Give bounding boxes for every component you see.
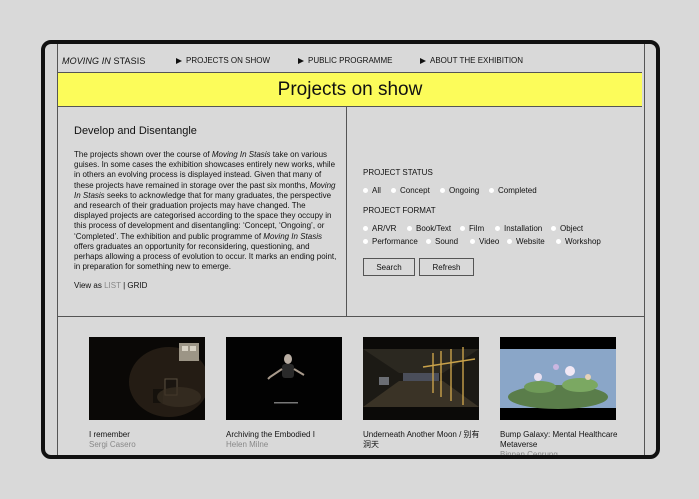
- metaverse-image: [500, 337, 616, 420]
- status-option-ongoing[interactable]: Ongoing: [440, 186, 479, 195]
- intro-text-part: offers graduates an opportunity for reco…: [74, 241, 337, 272]
- dark-room-image: [89, 337, 205, 420]
- browser-frame: MOVING IN STASIS PROJECTS ON SHOW PUBLIC…: [41, 40, 660, 459]
- intro-text-part: The projects shown over the course of: [74, 150, 212, 159]
- option-label: Installation: [504, 224, 543, 233]
- page-title: Projects on show: [277, 78, 423, 100]
- option-label: Website: [516, 237, 545, 246]
- intro-heading: Develop and Disentangle: [74, 125, 197, 137]
- nav-label: PROJECTS ON SHOW: [186, 56, 271, 65]
- option-label: Ongoing: [449, 186, 480, 195]
- filter-panel: PROJECT STATUS All Concept Ongoing Compl…: [347, 107, 644, 316]
- brand-rest: STASIS: [110, 56, 146, 66]
- triangle-right-icon: [420, 57, 426, 64]
- refresh-button[interactable]: Refresh: [419, 258, 474, 276]
- format-option-booktext[interactable]: Book/Text: [407, 224, 451, 233]
- performance-image: [226, 337, 342, 420]
- format-option-workshop[interactable]: Workshop: [556, 237, 601, 246]
- checkbox-dot[interactable]: [495, 226, 500, 231]
- format-option-film[interactable]: Film: [460, 224, 484, 233]
- corridor-image: [363, 337, 479, 420]
- format-option-sound[interactable]: Sound: [426, 237, 458, 246]
- brand-italic: MOVING IN: [62, 56, 111, 66]
- project-card[interactable]: Underneath Another Moon / 别有洞天: [363, 337, 481, 450]
- option-label: Video: [479, 237, 500, 246]
- top-nav: MOVING IN STASIS PROJECTS ON SHOW PUBLIC…: [58, 44, 644, 72]
- option-label: Sound: [435, 237, 459, 246]
- view-toggle: View as LIST | GRID: [74, 281, 147, 290]
- nav-about-exhibition[interactable]: ABOUT THE EXHIBITION: [420, 56, 523, 65]
- project-card[interactable]: Archiving the Embodied I Helen Milne: [226, 337, 344, 450]
- project-artist: Helen Milne: [226, 440, 269, 449]
- radio-dot[interactable]: [391, 188, 396, 193]
- nav-label: PUBLIC PROGRAMME: [308, 56, 393, 65]
- project-title[interactable]: Bump Galaxy: Mental Healthcare Metaverse: [500, 430, 618, 450]
- section-divider: [58, 316, 644, 317]
- radio-dot[interactable]: [489, 188, 494, 193]
- status-option-all[interactable]: All: [363, 186, 381, 195]
- radio-dot[interactable]: [363, 188, 368, 193]
- intro-text-italic: Moving In Stasis: [211, 150, 271, 159]
- checkbox-dot[interactable]: [470, 239, 475, 244]
- project-card[interactable]: Bump Galaxy: Mental Healthcare Metaverse…: [500, 337, 618, 459]
- option-label: Object: [560, 224, 584, 233]
- search-button[interactable]: Search: [363, 258, 415, 276]
- triangle-right-icon: [298, 57, 304, 64]
- checkbox-dot[interactable]: [363, 239, 368, 244]
- radio-dot[interactable]: [440, 188, 445, 193]
- checkbox-dot[interactable]: [551, 226, 556, 231]
- option-label: Completed: [498, 186, 537, 195]
- intro-panel: Develop and Disentangle The projects sho…: [58, 107, 347, 316]
- option-label: AR/VR: [372, 224, 397, 233]
- checkbox-dot[interactable]: [407, 226, 412, 231]
- format-option-installation[interactable]: Installation: [495, 224, 542, 233]
- checkbox-dot[interactable]: [556, 239, 561, 244]
- format-option-arvr[interactable]: AR/VR: [363, 224, 396, 233]
- project-thumbnail[interactable]: [500, 337, 616, 420]
- format-option-performance[interactable]: Performance: [363, 237, 418, 246]
- project-thumbnail[interactable]: [363, 337, 479, 420]
- nav-public-programme[interactable]: PUBLIC PROGRAMME: [298, 56, 392, 65]
- project-thumbnail[interactable]: [89, 337, 205, 420]
- format-option-object[interactable]: Object: [551, 224, 583, 233]
- project-artist: Binnan Cenrung: [500, 450, 558, 459]
- checkbox-dot[interactable]: [363, 226, 368, 231]
- nav-projects-on-show[interactable]: PROJECTS ON SHOW: [176, 56, 270, 65]
- site-logo[interactable]: MOVING IN STASIS: [62, 56, 145, 66]
- checkbox-dot[interactable]: [460, 226, 465, 231]
- format-option-video[interactable]: Video: [470, 237, 499, 246]
- option-label: Workshop: [565, 237, 601, 246]
- page-title-banner: Projects on show: [58, 72, 642, 107]
- checkbox-dot[interactable]: [507, 239, 512, 244]
- format-label: PROJECT FORMAT: [363, 206, 436, 215]
- view-list-link[interactable]: LIST: [104, 281, 121, 290]
- intro-text: The projects shown over the course of Mo…: [74, 150, 340, 272]
- status-option-concept[interactable]: Concept: [391, 186, 430, 195]
- project-title[interactable]: I remember: [89, 430, 207, 440]
- project-title[interactable]: Archiving the Embodied I: [226, 430, 344, 440]
- option-label: All: [372, 186, 381, 195]
- format-option-website[interactable]: Website: [507, 237, 545, 246]
- checkbox-dot[interactable]: [426, 239, 431, 244]
- view-grid-link[interactable]: GRID: [127, 281, 147, 290]
- view-as-label: View as: [74, 281, 105, 290]
- option-label: Book/Text: [416, 224, 452, 233]
- intro-text-italic: Moving In Stasis: [263, 231, 322, 241]
- option-label: Concept: [400, 186, 430, 195]
- nav-label: ABOUT THE EXHIBITION: [430, 56, 524, 65]
- option-label: Film: [469, 224, 485, 233]
- project-card[interactable]: I remember Sergi Casero: [89, 337, 207, 450]
- triangle-right-icon: [176, 57, 182, 64]
- project-artist: Sergi Casero: [89, 440, 136, 449]
- project-thumbnail[interactable]: [226, 337, 342, 420]
- status-label: PROJECT STATUS: [363, 168, 433, 177]
- project-title[interactable]: Underneath Another Moon / 别有洞天: [363, 430, 481, 450]
- status-option-completed[interactable]: Completed: [489, 186, 537, 195]
- page: MOVING IN STASIS PROJECTS ON SHOW PUBLIC…: [57, 44, 645, 455]
- option-label: Performance: [372, 237, 418, 246]
